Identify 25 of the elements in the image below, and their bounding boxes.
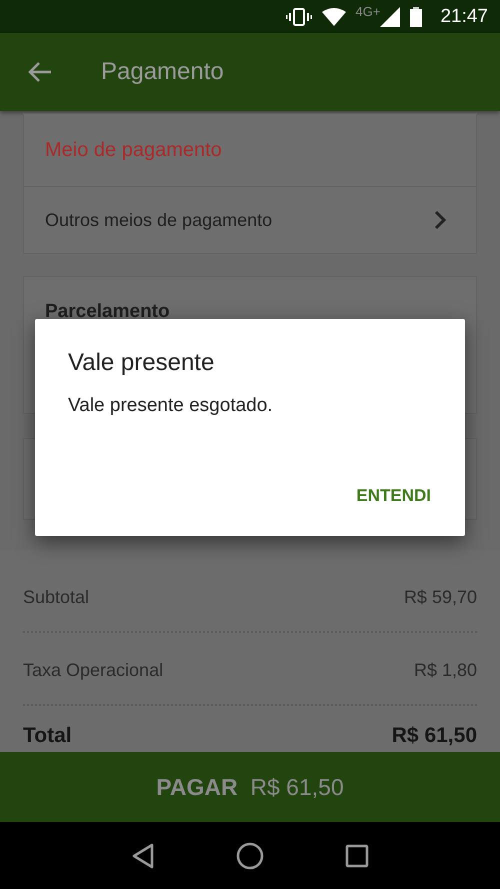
summary-value: R$ 61,50 (392, 724, 477, 748)
back-arrow-icon[interactable] (28, 61, 52, 83)
summary-label: Taxa Operacional (23, 660, 164, 681)
wifi-icon (322, 8, 346, 26)
dialog-title: Vale presente (68, 349, 216, 377)
summary-label: Total (23, 724, 72, 748)
clock: 21:47 (440, 6, 488, 28)
summary-value: R$ 59,70 (404, 587, 477, 608)
chevron-right-icon (434, 210, 446, 230)
dialog-message: Vale presente esgotado. (68, 395, 274, 417)
back-icon[interactable] (130, 842, 155, 868)
screen-title: Pagamento (101, 58, 224, 86)
summary-value: R$ 1,80 (414, 660, 477, 681)
pay-button[interactable]: PAGAR R$ 61,50 (0, 752, 500, 822)
dialog-button[interactable]: ENTENDI (352, 482, 435, 510)
home-icon[interactable] (236, 842, 264, 870)
signal-icon (380, 6, 400, 26)
payment-option-row[interactable]: Outros meios de pagamento (24, 187, 476, 253)
network-type: 4G+ (356, 4, 380, 19)
battery-icon (410, 6, 422, 26)
section-header: Meio de pagamento (45, 138, 222, 162)
section-header: Parcelamento (45, 301, 170, 322)
summary-label: Subtotal (23, 587, 90, 608)
recents-icon[interactable] (345, 844, 370, 868)
vibrate-icon (286, 8, 312, 26)
